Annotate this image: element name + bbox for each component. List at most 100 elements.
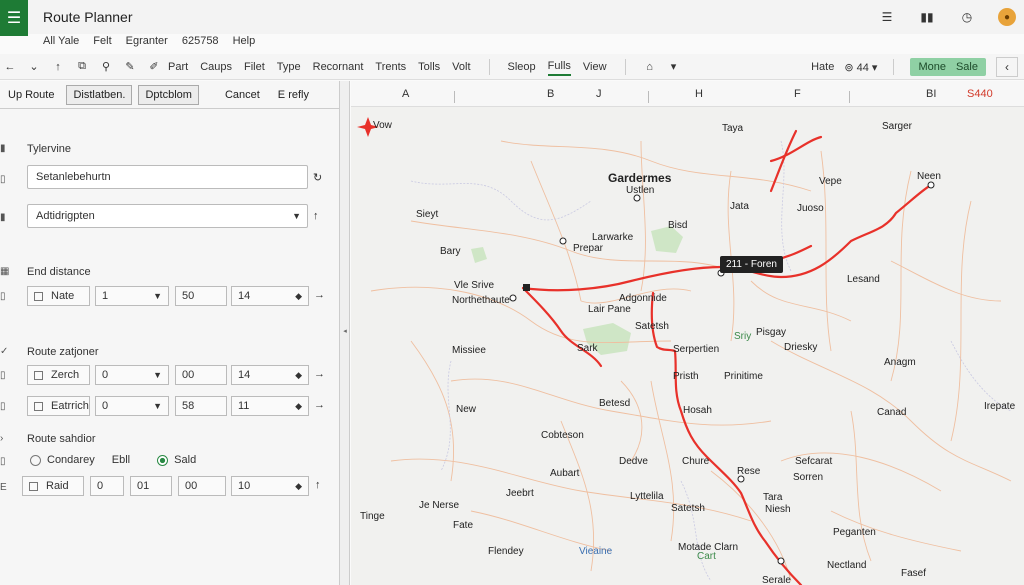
- edit-icon[interactable]: ✐: [148, 60, 160, 73]
- toolbar-fulls[interactable]: Fulls: [547, 58, 571, 76]
- radio-condarey[interactable]: [30, 454, 41, 466]
- up-arrow-icon[interactable]: ↑: [315, 479, 321, 491]
- up-arrow-icon[interactable]: ↑: [313, 210, 319, 222]
- checkbox-4[interactable]: [29, 481, 38, 491]
- col-label-b: B: [547, 88, 555, 100]
- zerch-field[interactable]: Zerch: [27, 365, 90, 385]
- arrow-right-icon[interactable]: →: [314, 399, 325, 411]
- raid-value-4: 10: [238, 480, 251, 492]
- caret-down-icon[interactable]: ▾: [668, 60, 680, 73]
- mode-toggle[interactable]: Mone Sale: [910, 58, 986, 76]
- eatrrich-field[interactable]: Eatrrich: [27, 396, 90, 416]
- hate-label: Hate: [811, 61, 835, 73]
- boundaries: [410, 140, 1012, 582]
- arrow-right-icon[interactable]: →: [314, 289, 325, 301]
- menu-item-2[interactable]: Felt: [93, 35, 111, 51]
- columns-icon[interactable]: ▮▮: [918, 8, 936, 26]
- raid-field[interactable]: Raid: [22, 476, 84, 496]
- zerch-value-3: 14: [238, 369, 251, 381]
- eatrrich-select[interactable]: 0 ▼: [95, 396, 169, 416]
- toolbar-separator-2: [624, 58, 626, 75]
- menu-item-1[interactable]: All Yale: [43, 35, 79, 51]
- toolbar-view[interactable]: View: [583, 59, 607, 75]
- place-label: Sriy: [734, 331, 752, 342]
- radio-sald-label: Sald: [174, 454, 197, 466]
- up-arrow-icon[interactable]: ↑: [52, 61, 64, 73]
- eatrrich-stepper[interactable]: 11 ◆: [231, 396, 309, 416]
- tab-refly[interactable]: E refly: [272, 86, 315, 104]
- tab-distance[interactable]: Distlatben.: [66, 84, 133, 105]
- toolbar-right: Hate ⊚ 44 ▾ Mone Sale ‹: [811, 54, 1018, 80]
- nate-label: Nate: [51, 290, 75, 302]
- list-icon[interactable]: ☰: [878, 8, 896, 26]
- home-icon[interactable]: ⌂: [644, 61, 656, 73]
- menu-bar: All Yale Felt Egranter 625758 Help: [43, 35, 255, 51]
- zerch-stepper[interactable]: 14 ◆: [231, 365, 309, 385]
- raid-value-3: 00: [185, 480, 198, 492]
- place-label: Lyttelila: [630, 491, 664, 502]
- origin-value: Setanlebehurtn: [36, 171, 111, 183]
- toolbar-caups[interactable]: Caups: [200, 59, 232, 75]
- place-label: Driesky: [784, 342, 818, 353]
- toolbar-separator: [488, 58, 490, 75]
- avatar[interactable]: ●: [998, 8, 1016, 26]
- toolbar-recornant[interactable]: Recornant: [313, 59, 364, 75]
- col-tick-3: [849, 91, 850, 103]
- copy-icon[interactable]: ⧉: [76, 60, 88, 73]
- collapse-icon[interactable]: ‹: [996, 57, 1018, 77]
- chevron-down-icon[interactable]: ⌄: [28, 60, 40, 73]
- menu-item-3[interactable]: Egranter: [126, 35, 168, 51]
- stepper-icon: ◆: [295, 369, 302, 380]
- zerch-input[interactable]: 00: [175, 365, 227, 385]
- place-label: Satetsh: [671, 503, 705, 514]
- refresh-icon[interactable]: ↻: [313, 171, 322, 184]
- section-marker-4: ›: [0, 433, 4, 444]
- nate-field[interactable]: Nate: [27, 286, 90, 306]
- raid-input-1[interactable]: 0: [90, 476, 124, 496]
- raid-label: Raid: [46, 480, 69, 492]
- checkbox-3[interactable]: [34, 401, 43, 411]
- origin-field[interactable]: Setanlebehurtn: [27, 165, 308, 189]
- tab-options[interactable]: Dptcblom: [138, 84, 199, 105]
- splitter-grip-icon[interactable]: ◂: [341, 327, 349, 335]
- tab-cancel[interactable]: Cancet: [219, 86, 266, 104]
- tab-up-route[interactable]: Up Route: [2, 86, 60, 104]
- nate-input[interactable]: 50: [175, 286, 227, 306]
- radio-sald[interactable]: [157, 454, 169, 466]
- nate-stepper[interactable]: 14 ◆: [231, 286, 309, 306]
- checkbox[interactable]: [34, 291, 43, 301]
- arrow-right-icon[interactable]: →: [314, 368, 325, 380]
- toolbar-filet[interactable]: Filet: [244, 59, 265, 75]
- pin-icon[interactable]: ⚲: [100, 60, 112, 73]
- place-label: Missiee: [452, 345, 486, 356]
- raid-stepper[interactable]: 10 ◆: [231, 476, 309, 496]
- pen-icon[interactable]: ✎: [124, 60, 136, 73]
- destination-select[interactable]: Adtidrigpten ▼: [27, 204, 308, 228]
- eatrrich-input[interactable]: 58: [175, 396, 227, 416]
- toolbar-part[interactable]: Part: [168, 59, 188, 75]
- menu-item-4[interactable]: 625758: [182, 35, 219, 51]
- nate-value-3: 14: [238, 290, 251, 302]
- toolbar-volt[interactable]: Volt: [452, 59, 470, 75]
- map-view[interactable]: A B J H F BI S440 Vow Taya Sarger Gardermes…: [351, 81, 1024, 585]
- menu-item-help[interactable]: Help: [233, 35, 256, 51]
- col-label-j: J: [596, 88, 602, 100]
- raid-input-3[interactable]: 00: [178, 476, 226, 496]
- toolbar-sleop[interactable]: Sleop: [508, 59, 536, 75]
- toolbar-type[interactable]: Type: [277, 59, 301, 75]
- nate-select[interactable]: 1 ▼: [95, 286, 169, 306]
- zoom-control[interactable]: ⊚ 44 ▾: [844, 61, 877, 74]
- back-arrow-icon[interactable]: ←: [4, 61, 16, 73]
- place-label: Vepe: [819, 176, 842, 187]
- raid-input-2[interactable]: 01: [130, 476, 172, 496]
- app-menu-button[interactable]: ☰: [0, 0, 28, 36]
- place-label: Juoso: [797, 203, 824, 214]
- toolbar-tolls[interactable]: Tolls: [418, 59, 440, 75]
- place-label: Bisd: [668, 220, 688, 231]
- toolbar-trents[interactable]: Trents: [375, 59, 406, 75]
- clock-icon[interactable]: ◷: [958, 8, 976, 26]
- place-label: Northethaute: [452, 295, 510, 306]
- checkbox-2[interactable]: [34, 370, 43, 380]
- panel-splitter[interactable]: ◂: [340, 81, 350, 585]
- zerch-select[interactable]: 0 ▼: [95, 365, 169, 385]
